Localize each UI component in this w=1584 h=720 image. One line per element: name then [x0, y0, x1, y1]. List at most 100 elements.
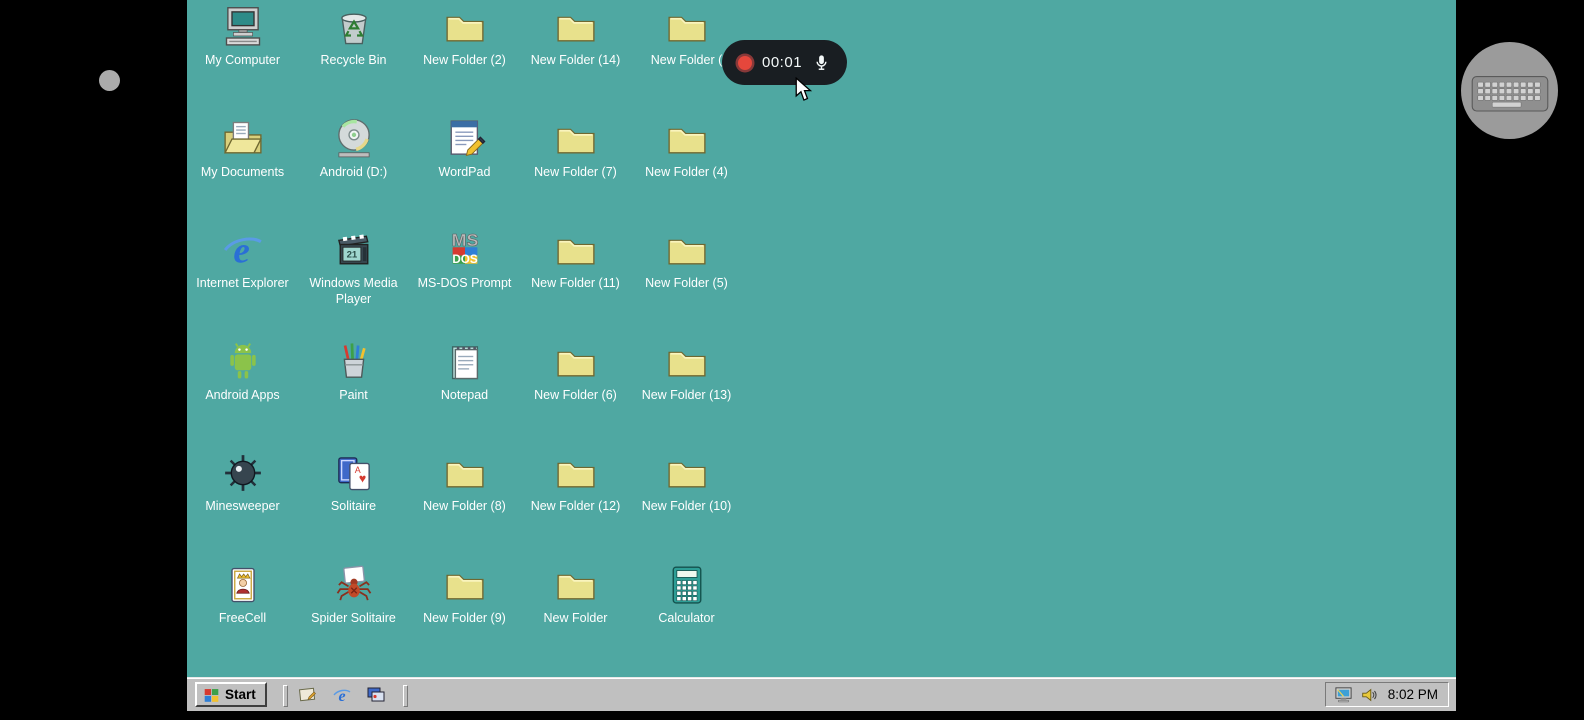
desktop-icon-column: My Computer My Documents e Internet Explore… [187, 0, 298, 669]
msdos-icon: MS DOS [441, 227, 489, 273]
desktop-item-calculator[interactable]: Calculator [631, 558, 742, 670]
quicklaunch-internet-explorer-small-icon[interactable]: e [331, 684, 353, 706]
calculator-icon [663, 562, 711, 608]
desktop-item-folder[interactable]: New Folder (5) [631, 223, 742, 335]
desktop-item-label: New Folder (12) [530, 499, 621, 513]
desktop-item-label: Internet Explorer [196, 276, 289, 290]
desktop-item-spider-solitaire[interactable]: Spider Solitaire [298, 558, 409, 670]
desktop-item-wordpad[interactable]: WordPad [409, 112, 520, 224]
desktop-item-minesweeper[interactable]: Minesweeper [187, 446, 298, 558]
desktop-item-label: Android Apps [205, 387, 280, 402]
desktop-item-label: New Folder (9) [423, 610, 506, 625]
record-indicator-icon [738, 55, 752, 70]
desktop-item-folder[interactable]: New Folder (7) [520, 112, 631, 224]
recycle-bin-icon [330, 4, 378, 50]
desktop-item-msdos[interactable]: MS DOS MS-DOS Prompt [409, 223, 520, 335]
desktop-icon-column: Recycle Bin Android (D:) 21 Windows Media P… [298, 0, 409, 669]
folder-icon [441, 4, 489, 50]
desktop-item-label: New Folder (10) [641, 499, 732, 513]
desktop-item-folder[interactable]: New Folder (14) [520, 0, 631, 112]
folder-icon [552, 339, 600, 385]
desktop-item-android-apps[interactable]: Android Apps [187, 335, 298, 447]
desktop-item-folder[interactable]: New Folder (6) [520, 335, 631, 447]
folder-icon [663, 116, 711, 162]
desktop-item-folder[interactable]: New Folder (4) [631, 112, 742, 224]
folder-icon [552, 450, 600, 496]
taskbar-divider[interactable] [283, 685, 288, 707]
windows-logo-icon [203, 687, 220, 703]
media-player-icon: 21 [330, 227, 378, 273]
taskbar: Start e 8:02 PM [187, 677, 1456, 711]
svg-text:DOS: DOS [452, 253, 478, 266]
keyboard-toggle-button[interactable] [1461, 42, 1558, 139]
desktop-item-label: New Folder (2) [423, 53, 506, 67]
desktop-item-folder[interactable]: New Folder (13) [631, 335, 742, 447]
display-tray-icon[interactable] [1334, 685, 1353, 704]
svg-text:♥: ♥ [358, 472, 365, 486]
floating-dot-button[interactable] [99, 70, 120, 91]
keyboard-icon [1470, 65, 1550, 117]
screen-recording-pill[interactable]: 00:01 [722, 40, 848, 85]
start-button-label: Start [225, 687, 256, 702]
folder-icon [552, 4, 600, 50]
my-documents-icon [219, 116, 267, 162]
desktop-item-internet-explorer[interactable]: e Internet Explorer [187, 223, 298, 335]
internet-explorer-icon: e [219, 227, 267, 273]
desktop-item-label: FreeCell [218, 610, 267, 625]
desktop-item-label: Android (D:) [319, 164, 388, 179]
notepad-icon [441, 339, 489, 385]
wordpad-icon [441, 116, 489, 162]
desktop-icon-grid: My Computer My Documents e Internet Explore… [187, 0, 747, 678]
desktop-icon-column: New Folder ( New Folder (4) New Folder (5)… [631, 0, 742, 669]
desktop-item-folder[interactable]: New Folder (11) [520, 223, 631, 335]
minesweeper-icon [219, 450, 267, 496]
desktop-item-media-player[interactable]: 21 Windows Media Player [298, 223, 409, 335]
taskbar-divider[interactable] [403, 685, 408, 707]
desktop-item-label: New Folder [543, 610, 608, 625]
desktop-item-folder[interactable]: New Folder (2) [409, 0, 520, 112]
desktop-item-folder[interactable]: New Folder (8) [409, 446, 520, 558]
desktop-item-paint[interactable]: Paint [298, 335, 409, 447]
desktop-item-freecell[interactable]: FreeCell [187, 558, 298, 670]
solitaire-icon: A ♥ [330, 450, 378, 496]
my-computer-icon [219, 4, 267, 50]
desktop-item-label: Minesweeper [205, 499, 280, 513]
android-apps-icon [219, 339, 267, 385]
desktop-item-cd-drive[interactable]: Android (D:) [298, 112, 409, 224]
desktop-item-notepad[interactable]: Notepad [409, 335, 520, 447]
desktop-item-recycle-bin[interactable]: Recycle Bin [298, 0, 409, 112]
desktop-item-solitaire[interactable]: A ♥ Solitaire [298, 446, 409, 558]
svg-text:21: 21 [346, 250, 357, 261]
folder-icon [663, 227, 711, 273]
desktop-item-label: My Computer [204, 53, 281, 67]
desktop-item-my-documents[interactable]: My Documents [187, 112, 298, 224]
start-button[interactable]: Start [195, 682, 267, 707]
folder-icon [663, 4, 711, 50]
desktop-item-label: MS-DOS Prompt [417, 276, 512, 290]
desktop-item-my-computer[interactable]: My Computer [187, 0, 298, 112]
freecell-icon [219, 562, 267, 608]
windows-desktop[interactable]: My Computer My Documents e Internet Explore… [187, 0, 1456, 678]
phone-screen: My Computer My Documents e Internet Explore… [0, 0, 1584, 720]
desktop-item-folder[interactable]: New Folder (12) [520, 446, 631, 558]
desktop-item-folder[interactable]: New Folder (10) [631, 446, 742, 558]
folder-icon [552, 116, 600, 162]
microphone-icon[interactable] [812, 53, 831, 72]
desktop-item-label: New Folder (7) [534, 164, 617, 179]
desktop-item-label: WordPad [438, 164, 491, 179]
folder-icon [663, 450, 711, 496]
desktop-item-label: My Documents [200, 164, 285, 179]
quicklaunch-show-desktop-icon[interactable] [297, 684, 319, 706]
desktop-item-folder[interactable]: New Folder [520, 558, 631, 670]
desktop-item-folder[interactable]: New Folder (9) [409, 558, 520, 670]
spider-solitaire-icon [330, 562, 378, 608]
quicklaunch-channels-icon[interactable] [365, 684, 387, 706]
desktop-item-label: New Folder ( [650, 53, 723, 67]
folder-icon [552, 562, 600, 608]
desktop-item-label: Recycle Bin [320, 53, 387, 67]
desktop-item-label: Windows Media Player [309, 276, 398, 307]
system-tray: 8:02 PM [1324, 682, 1449, 707]
quick-launch-bar: e [297, 683, 387, 707]
folder-icon [441, 562, 489, 608]
volume-tray-icon[interactable] [1360, 686, 1378, 704]
